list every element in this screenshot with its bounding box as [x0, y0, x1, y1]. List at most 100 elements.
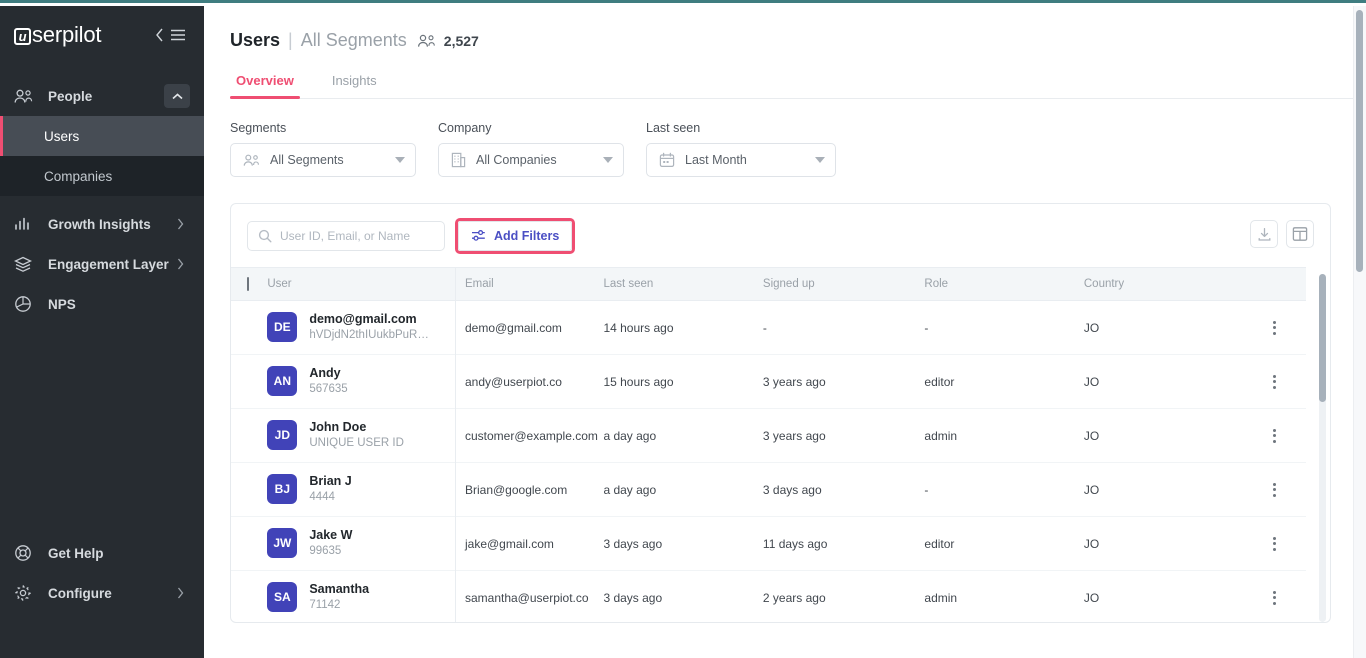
- table-row[interactable]: AN Andy 567635 andy@userpiot.co 15 hours…: [231, 354, 1306, 409]
- table-row[interactable]: JD John Doe UNIQUE USER ID customer@exam…: [231, 408, 1306, 463]
- tab-overview[interactable]: Overview: [230, 73, 300, 99]
- country-cell: JO: [1083, 516, 1244, 571]
- role-cell: admin: [924, 408, 1084, 463]
- last-seen-cell: 3 days ago: [603, 570, 763, 622]
- last-seen-cell: 3 days ago: [603, 516, 763, 571]
- search-input[interactable]: [280, 228, 434, 243]
- select-all-header: [231, 267, 268, 301]
- chevron-up-icon: [171, 92, 183, 99]
- user-id: 4444: [309, 491, 335, 504]
- table-row[interactable]: BJ Brian J 4444 Brian@google.com a day a…: [231, 462, 1306, 517]
- hamburger-menu-icon[interactable]: [170, 28, 186, 42]
- sidebar-header: u serpilot: [0, 6, 204, 64]
- tab-label: Overview: [236, 73, 294, 88]
- country-cell: JO: [1083, 354, 1244, 409]
- layers-icon: [14, 256, 36, 273]
- tab-label: Insights: [331, 73, 377, 88]
- caret-down-icon: [603, 157, 613, 163]
- row-menu-button[interactable]: [1243, 428, 1306, 443]
- table-scrollbar[interactable]: [1319, 274, 1326, 622]
- table-toolbar: Add Filters: [231, 204, 1330, 267]
- column-header-country[interactable]: Country: [1083, 267, 1244, 301]
- sidebar: u serpilot People Users Companies Growth…: [0, 6, 204, 658]
- search-box[interactable]: [247, 220, 445, 251]
- title-separator: |: [288, 30, 293, 50]
- role-cell: admin: [924, 570, 1084, 622]
- tab-insights[interactable]: Insights: [326, 73, 383, 98]
- last-seen-dropdown[interactable]: Last Month: [646, 143, 836, 177]
- chevron-left-icon[interactable]: [155, 28, 164, 42]
- people-collapse-button[interactable]: [164, 84, 190, 108]
- column-header-user[interactable]: User: [267, 267, 447, 301]
- column-header-last-seen[interactable]: Last seen: [603, 267, 763, 301]
- page-scrollbar-thumb[interactable]: [1356, 10, 1363, 272]
- column-header-role[interactable]: Role: [924, 267, 1084, 301]
- row-menu-button[interactable]: [1243, 320, 1306, 335]
- main-content: Users | All Segments 2,527 Overview Insi…: [204, 6, 1366, 658]
- row-actions-cell: [1243, 516, 1306, 571]
- sidebar-item-companies[interactable]: Companies: [0, 156, 204, 196]
- active-segment-label: All Segments: [300, 30, 407, 50]
- row-menu-button[interactable]: [1243, 536, 1306, 551]
- select-all-checkbox[interactable]: [247, 277, 249, 291]
- columns-layout-button[interactable]: [1286, 220, 1314, 248]
- segments-dropdown[interactable]: All Segments: [230, 143, 416, 177]
- company-dropdown[interactable]: All Companies: [438, 143, 624, 177]
- column-header-signed-up[interactable]: Signed up: [762, 267, 925, 301]
- email-cell: samantha@userpiot.co: [446, 570, 604, 622]
- sidebar-item-nps[interactable]: NPS: [0, 284, 204, 324]
- table-row[interactable]: SA Samantha 71142 samantha@userpiot.co 3…: [231, 570, 1306, 622]
- users-table-card: Add Filters: [230, 203, 1331, 623]
- email-cell: demo@gmail.com: [446, 300, 604, 355]
- last-seen-cell: 14 hours ago: [603, 300, 763, 355]
- download-button[interactable]: [1250, 220, 1278, 248]
- people-icon: [417, 34, 436, 48]
- user-cell: JW Jake W 99635: [267, 516, 447, 571]
- row-menu-button[interactable]: [1243, 374, 1306, 389]
- user-name: Jake W: [309, 528, 353, 543]
- sidebar-collapse-group[interactable]: [155, 28, 186, 42]
- sidebar-item-users[interactable]: Users: [0, 116, 204, 156]
- sidebar-nav: People Users Companies Growth Insights E…: [0, 76, 204, 324]
- users-table: User Email Last seen Signed up Role Coun…: [231, 267, 1306, 622]
- user-id: UNIQUE USER ID: [309, 437, 404, 450]
- row-menu-button[interactable]: [1243, 590, 1306, 605]
- table-scrollbar-thumb[interactable]: [1319, 274, 1326, 402]
- sidebar-item-label: Configure: [48, 585, 112, 601]
- row-select-cell: [231, 408, 268, 463]
- page-title: Users | All Segments 2,527: [230, 30, 1366, 51]
- country-cell: JO: [1083, 408, 1244, 463]
- gear-icon: [14, 584, 36, 602]
- sidebar-item-growth-insights[interactable]: Growth Insights: [0, 204, 204, 244]
- filter-company: Company All Companies: [438, 121, 624, 177]
- row-select-cell: [231, 300, 268, 355]
- add-filters-highlight: Add Filters: [455, 217, 576, 254]
- sidebar-item-configure[interactable]: Configure: [0, 573, 204, 613]
- role-cell: editor: [924, 354, 1084, 409]
- country-cell: JO: [1083, 300, 1244, 355]
- table-row[interactable]: JW Jake W 99635 jake@gmail.com 3 days ag…: [231, 516, 1306, 571]
- avatar: JD: [267, 420, 298, 451]
- add-filters-button[interactable]: Add Filters: [458, 220, 573, 251]
- sidebar-item-people[interactable]: People: [0, 76, 204, 116]
- user-id: 567635: [309, 383, 348, 396]
- user-id: hVDjdN2thIUukbPuRvL...: [309, 329, 432, 342]
- user-cell: BJ Brian J 4444: [267, 462, 447, 517]
- column-header-actions: [1243, 267, 1306, 301]
- column-header-email[interactable]: Email: [446, 267, 604, 301]
- app-window: u serpilot People Users Companies Growth…: [0, 0, 1366, 658]
- table-row[interactable]: DE demo@gmail.com hVDjdN2thIUukbPuRvL...…: [231, 300, 1306, 355]
- country-cell: JO: [1083, 570, 1244, 622]
- table-body: DE demo@gmail.com hVDjdN2thIUukbPuRvL...…: [231, 300, 1306, 622]
- sidebar-item-get-help[interactable]: Get Help: [0, 533, 204, 573]
- sidebar-item-label: Companies: [44, 168, 113, 184]
- logo-wordmark: serpilot: [32, 22, 102, 47]
- row-menu-button[interactable]: [1243, 482, 1306, 497]
- page-scrollbar[interactable]: [1353, 6, 1366, 658]
- sidebar-item-engagement-layer[interactable]: Engagement Layer: [0, 244, 204, 284]
- userpilot-logo[interactable]: u serpilot: [14, 22, 102, 48]
- signed-up-cell: 2 years ago: [762, 570, 925, 622]
- signed-up-cell: -: [762, 300, 925, 355]
- table-column-divider: [455, 267, 456, 622]
- chevron-right-icon: [177, 258, 184, 270]
